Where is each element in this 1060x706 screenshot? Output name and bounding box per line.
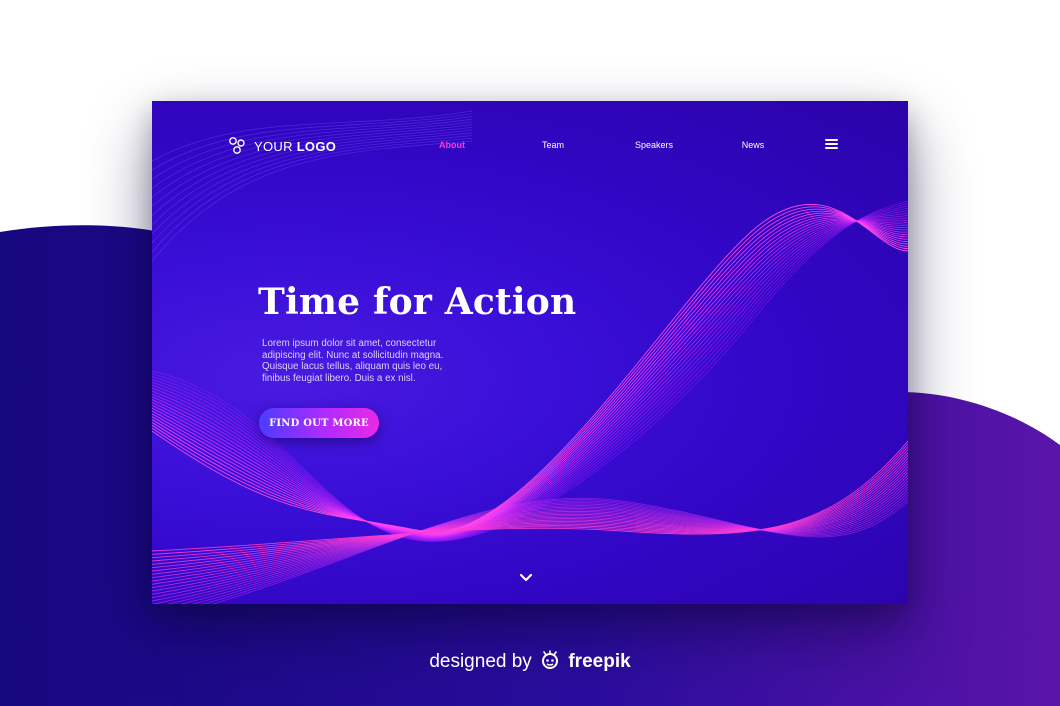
hero-title: Time for Action bbox=[258, 281, 577, 323]
credit-line: designed by freepik bbox=[0, 650, 1060, 673]
find-out-more-button[interactable]: FIND OUT MORE bbox=[259, 408, 379, 438]
nav-item-team[interactable]: Team bbox=[542, 140, 564, 150]
credit-brand: freepik bbox=[568, 651, 631, 672]
nav-item-news[interactable]: News bbox=[742, 140, 765, 150]
nav-item-speakers[interactable]: Speakers bbox=[635, 140, 673, 150]
landing-card: YOUR LOGO About Team Speakers News Time … bbox=[152, 101, 908, 604]
main-nav: About Team Speakers News bbox=[152, 140, 908, 154]
hamburger-icon[interactable] bbox=[825, 139, 838, 149]
credit-prefix: designed by bbox=[429, 651, 532, 672]
freepik-mascot-icon bbox=[542, 650, 559, 669]
chevron-down-icon[interactable] bbox=[519, 573, 533, 583]
hero-description: Lorem ipsum dolor sit amet, consectetur … bbox=[262, 338, 444, 384]
nav-item-about[interactable]: About bbox=[439, 140, 465, 150]
